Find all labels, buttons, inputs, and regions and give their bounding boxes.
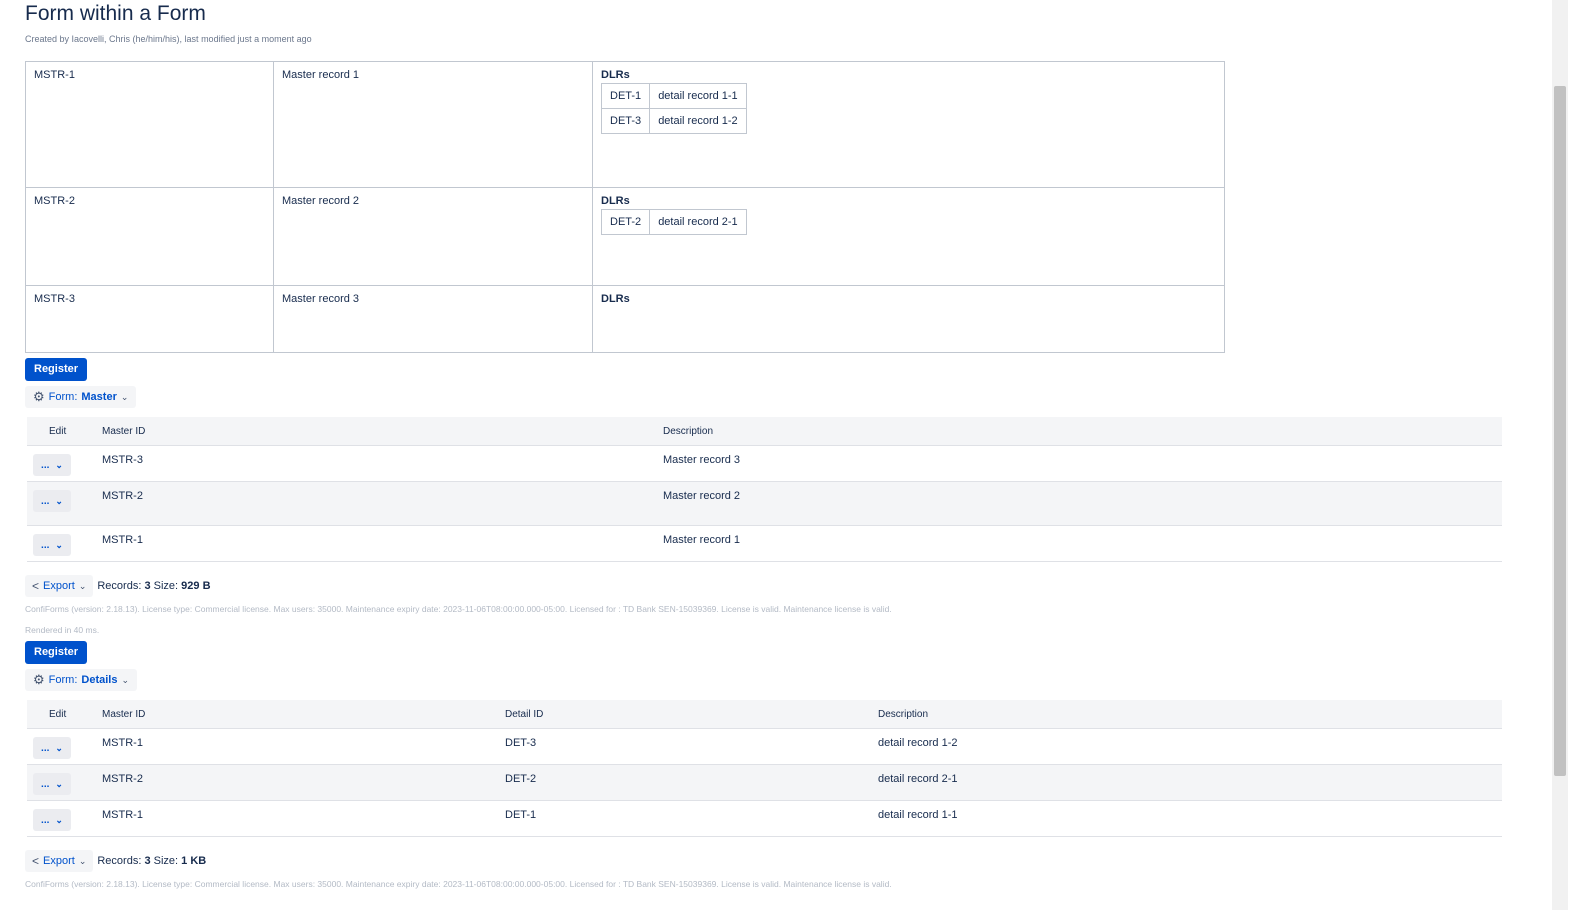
md-master-desc: Master record 1 <box>273 61 593 188</box>
md-master-id: MSTR-1 <box>25 61 274 188</box>
chevron-down-icon: ⌄ <box>55 742 63 753</box>
export-button[interactable]: < Export ⌄ <box>25 575 94 597</box>
chevron-down-icon: ⌄ <box>78 855 87 866</box>
row-edit-button[interactable]: ... ⌄ <box>33 454 71 476</box>
master-detail-table: MSTR-1 Master record 1 DLRs DET-1 detail … <box>25 61 1225 353</box>
records-stats: Records: 3 Size: 929 B <box>97 580 211 592</box>
md-master-id: MSTR-2 <box>25 187 274 286</box>
table-row: ... ⌄ MSTR-3 Master record 3 <box>27 445 1502 482</box>
table-row: ... ⌄ MSTR-1 DET-3 detail record 1-2 <box>27 728 1502 765</box>
page-byline: Created by Iacovelli, Chris (he/him/his)… <box>25 34 312 44</box>
license-info: ConfiForms (version: 2.18.13). License t… <box>25 604 892 614</box>
chevron-down-icon: ⌄ <box>78 580 87 591</box>
register-button[interactable]: Register <box>25 641 88 664</box>
column-header-description: Description <box>870 700 1502 729</box>
license-info: ConfiForms (version: 2.18.13). License t… <box>25 879 892 889</box>
details-records-table: Edit Master ID Detail ID Description ...… <box>27 700 1502 837</box>
dlr-table: DET-2 detail record 2-1 <box>600 209 747 235</box>
records-stats: Records: 3 Size: 1 KB <box>97 855 207 867</box>
dlr-title: DLRs <box>601 195 630 207</box>
cell-master-id: MSTR-2 <box>94 764 497 801</box>
table-row: ... ⌄ MSTR-1 Master record 1 <box>27 525 1502 562</box>
cell-master-id: MSTR-3 <box>94 445 655 482</box>
cell-master-id: MSTR-1 <box>94 800 497 837</box>
column-header-edit: Edit <box>27 700 94 729</box>
render-time: Rendered in 40 ms. <box>25 625 100 635</box>
dlr-title: DLRs <box>601 293 630 305</box>
gear-icon: ⚙ <box>33 389 45 404</box>
row-edit-button[interactable]: ... ⌄ <box>33 490 71 512</box>
page-title: Form within a Form <box>25 2 206 25</box>
cell-master-id: MSTR-1 <box>94 525 655 562</box>
row-edit-button[interactable]: ... ⌄ <box>33 534 71 556</box>
chevron-down-icon: ⌄ <box>55 778 63 789</box>
form-name: Master <box>81 391 117 403</box>
dlr-desc: detail record 1-2 <box>649 108 747 134</box>
chevron-down-icon: ⌄ <box>55 539 63 550</box>
md-dlr-cell: DLRs DET-2 detail record 2-1 <box>592 187 1225 286</box>
dlr-table: DET-1 detail record 1-1 DET-3 detail recor… <box>600 83 747 134</box>
gear-icon: ⚙ <box>33 672 45 687</box>
cell-master-id: MSTR-2 <box>94 481 655 526</box>
cell-description: detail record 1-1 <box>870 800 1502 837</box>
md-master-id: MSTR-3 <box>25 285 274 353</box>
md-master-desc: Master record 3 <box>273 285 593 353</box>
column-header-description: Description <box>655 417 1502 446</box>
cell-description: detail record 2-1 <box>870 764 1502 801</box>
chevron-down-icon: ⌄ <box>120 392 129 402</box>
cell-detail-id: DET-1 <box>497 800 870 837</box>
table-row: ... ⌄ MSTR-2 DET-2 detail record 2-1 <box>27 764 1502 801</box>
table-row: ... ⌄ MSTR-1 DET-1 detail record 1-1 <box>27 800 1502 837</box>
chevron-down-icon: ⌄ <box>55 814 63 825</box>
md-dlr-cell: DLRs DET-1 detail record 1-1 DET-3 detail … <box>592 61 1225 188</box>
register-button[interactable]: Register <box>25 358 88 381</box>
cell-master-id: MSTR-1 <box>94 728 497 765</box>
form-prefix: Form: <box>48 674 78 686</box>
dlr-title: DLRs <box>601 69 630 81</box>
dlr-id: DET-2 <box>600 209 651 235</box>
master-records-table: Edit Master ID Description ... ⌄ MSTR-3 M… <box>27 417 1502 562</box>
dlr-desc: detail record 1-1 <box>649 83 747 109</box>
form-selector-master[interactable]: ⚙ Form: Master ⌄ <box>25 386 137 408</box>
details-export-row: < Export ⌄ Records: 3 Size: 1 KB <box>25 850 206 872</box>
form-name: Details <box>81 674 118 686</box>
column-header-edit: Edit <box>27 417 94 446</box>
cell-detail-id: DET-2 <box>497 764 870 801</box>
md-row: MSTR-3 Master record 3 DLRs <box>25 285 1225 353</box>
md-master-desc: Master record 2 <box>273 187 593 286</box>
cell-description: Master record 2 <box>655 481 1502 526</box>
master-export-row: < Export ⌄ Records: 3 Size: 929 B <box>25 575 211 597</box>
form-prefix: Form: <box>48 391 78 403</box>
chevron-down-icon: ⌄ <box>55 495 63 506</box>
vertical-scrollbar[interactable] <box>1552 0 1568 910</box>
table-row: ... ⌄ MSTR-2 Master record 2 <box>27 481 1502 526</box>
cell-description: Master record 3 <box>655 445 1502 482</box>
row-edit-button[interactable]: ... ⌄ <box>33 809 71 831</box>
form-selector-details[interactable]: ⚙ Form: Details ⌄ <box>25 669 138 691</box>
cell-description: detail record 1-2 <box>870 728 1502 765</box>
md-dlr-cell: DLRs <box>592 285 1225 353</box>
dlr-desc: detail record 2-1 <box>649 209 747 235</box>
dlr-id: DET-3 <box>600 108 651 134</box>
chevron-down-icon: ⌄ <box>55 459 63 470</box>
column-header-master-id: Master ID <box>94 417 655 446</box>
md-row: MSTR-2 Master record 2 DLRs DET-2 detail … <box>25 187 1225 286</box>
cell-detail-id: DET-3 <box>497 728 870 765</box>
row-edit-button[interactable]: ... ⌄ <box>33 773 71 795</box>
share-icon: < <box>32 579 40 593</box>
chevron-down-icon: ⌄ <box>121 675 130 685</box>
dlr-id: DET-1 <box>600 83 651 109</box>
share-icon: < <box>32 854 40 868</box>
cell-description: Master record 1 <box>655 525 1502 562</box>
column-header-master-id: Master ID <box>94 700 497 729</box>
md-row: MSTR-1 Master record 1 DLRs DET-1 detail … <box>25 61 1225 188</box>
scrollbar-thumb[interactable] <box>1554 86 1566 776</box>
row-edit-button[interactable]: ... ⌄ <box>33 737 71 759</box>
column-header-detail-id: Detail ID <box>497 700 870 729</box>
export-button[interactable]: < Export ⌄ <box>25 850 94 872</box>
